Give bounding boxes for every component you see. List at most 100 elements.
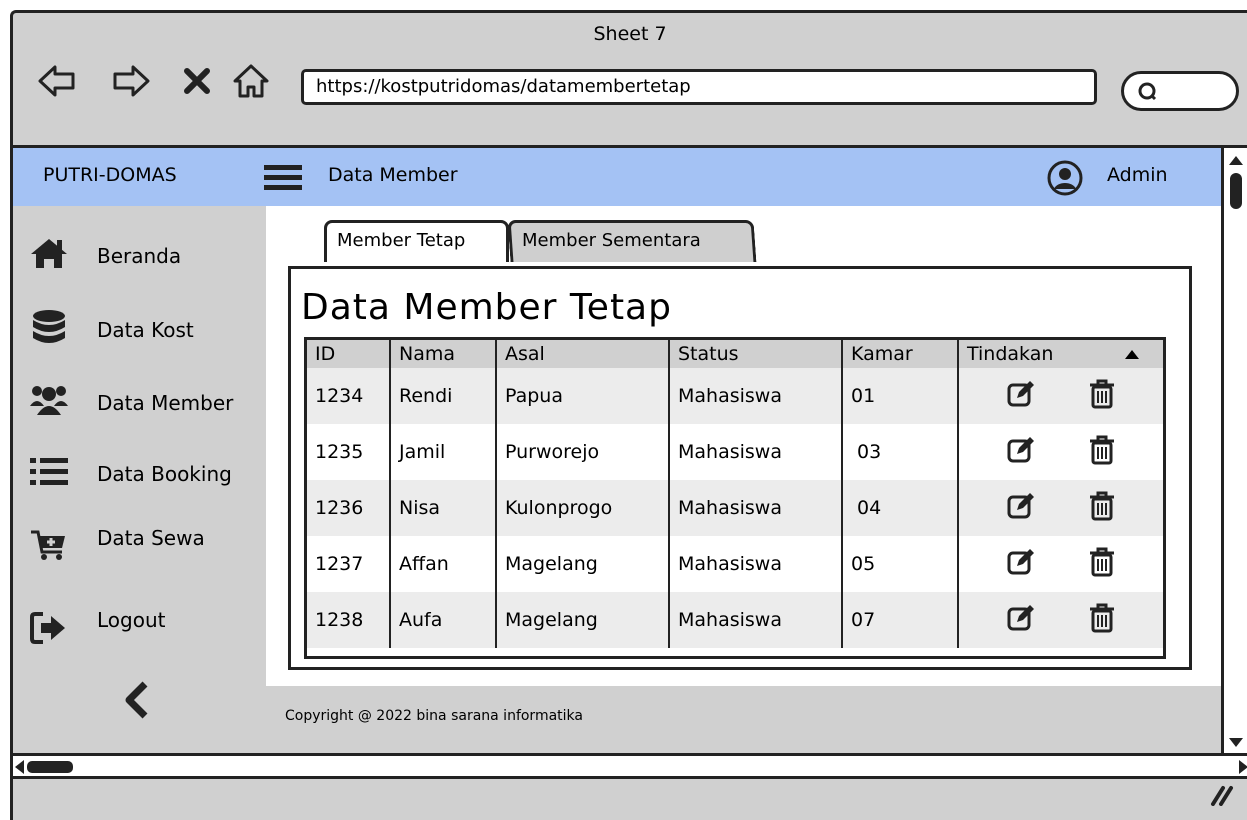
sidebar-item-data-booking[interactable]: Data Booking <box>29 452 259 492</box>
member-table: ID Nama Asal Status Kamar Tindakan 1234 R… <box>304 337 1166 659</box>
table-row[interactable]: 1236 Nisa Kulonprogo Mahasiswa 04 <box>307 480 1163 536</box>
edit-icon[interactable] <box>1006 435 1036 470</box>
table-cell: Kulonprogo <box>496 480 670 536</box>
delete-icon[interactable] <box>1088 435 1116 470</box>
close-icon[interactable] <box>181 65 213 97</box>
column-header-nama[interactable]: Nama <box>390 340 497 368</box>
sidebar-item-beranda[interactable]: Beranda <box>29 234 259 274</box>
scroll-right-icon[interactable] <box>1239 760 1247 774</box>
back-icon[interactable] <box>37 61 77 101</box>
user-name[interactable]: Admin <box>1107 164 1168 186</box>
column-header-tindakan[interactable]: Tindakan <box>958 340 1163 368</box>
cart-icon <box>31 530 65 560</box>
table-row[interactable]: 1234 Rendi Papua Mahasiswa 01 <box>307 368 1163 424</box>
tab-panel: Data Member Tetap ID Nama Asal Status Ka… <box>288 266 1192 670</box>
home-icon <box>31 239 67 268</box>
edit-icon[interactable] <box>1006 491 1036 526</box>
delete-icon[interactable] <box>1088 491 1116 526</box>
table-cell: Magelang <box>496 592 670 648</box>
table-cell: 04 <box>842 480 959 536</box>
delete-icon[interactable] <box>1088 379 1116 414</box>
vertical-scrollbar[interactable] <box>1221 148 1247 753</box>
user-avatar-icon[interactable] <box>1047 160 1083 196</box>
scroll-thumb[interactable] <box>1230 173 1242 209</box>
table-cell: Mahasiswa <box>669 480 843 536</box>
actions-cell <box>958 480 1163 536</box>
column-header-id[interactable]: ID <box>307 340 391 368</box>
table-cell: 1234 <box>307 368 391 424</box>
table-cell: Mahasiswa <box>669 368 843 424</box>
forward-icon[interactable] <box>111 61 151 101</box>
panel-title: Data Member Tetap <box>301 287 672 328</box>
edit-icon[interactable] <box>1006 379 1036 414</box>
table-cell: 1238 <box>307 592 391 648</box>
scroll-down-icon[interactable] <box>1229 738 1243 747</box>
browser-window: Sheet 7 https://kostputridomas/datamembe… <box>10 10 1247 820</box>
table-cell: 01 <box>842 368 959 424</box>
table-cell: 1235 <box>307 424 391 480</box>
delete-icon[interactable] <box>1088 547 1116 582</box>
app-header: PUTRI-DOMAS Data Member Admin <box>13 148 1221 206</box>
sidebar-item-data-sewa[interactable]: Data Sewa <box>29 524 259 564</box>
tab-member-sementara[interactable]: Member Sementara <box>507 220 757 262</box>
header-label: Tindakan <box>967 343 1054 365</box>
collapse-sidebar-icon[interactable] <box>121 680 151 720</box>
actions-cell <box>958 592 1163 648</box>
sidebar-item-label: Data Sewa <box>97 526 205 550</box>
database-icon <box>33 310 65 343</box>
delete-icon[interactable] <box>1088 603 1116 638</box>
sidebar-item-logout[interactable]: Logout <box>29 608 259 648</box>
sort-arrow-icon[interactable] <box>1125 350 1139 359</box>
users-icon <box>30 386 68 415</box>
horizontal-scrollbar[interactable] <box>13 753 1247 779</box>
table-cell: Affan <box>390 536 497 592</box>
table-cell: Mahasiswa <box>669 536 843 592</box>
table-cell: 05 <box>842 536 959 592</box>
table-cell: 03 <box>842 424 959 480</box>
sidebar-item-label: Beranda <box>97 244 182 268</box>
sidebar-item-label: Logout <box>97 608 166 632</box>
sidebar-item-label: Data Kost <box>97 318 194 342</box>
scroll-up-icon[interactable] <box>1229 156 1243 165</box>
list-icon <box>30 458 68 485</box>
table-row[interactable]: 1238 Aufa Magelang Mahasiswa 07 <box>307 592 1163 648</box>
sidebar-item-label: Data Booking <box>97 462 232 486</box>
scroll-thumb[interactable] <box>27 761 73 773</box>
edit-icon[interactable] <box>1006 547 1036 582</box>
home-nav-icon[interactable] <box>231 61 271 101</box>
search-field[interactable] <box>1121 71 1239 111</box>
sidebar-item-data-kost[interactable]: Data Kost <box>29 308 259 348</box>
table-cell: Magelang <box>496 536 670 592</box>
actions-cell <box>958 424 1163 480</box>
window-title: Sheet 7 <box>593 23 667 45</box>
column-header-asal[interactable]: Asal <box>496 340 670 368</box>
table-row[interactable]: 1237 Affan Magelang Mahasiswa 05 <box>307 536 1163 592</box>
hamburger-menu-icon[interactable] <box>264 163 302 193</box>
tab-member-tetap[interactable]: Member Tetap <box>324 220 509 262</box>
resize-handle-icon[interactable] <box>1209 784 1235 806</box>
table-row[interactable]: 1235 Jamil Purworejo Mahasiswa 03 <box>307 424 1163 480</box>
logout-icon <box>30 612 65 644</box>
column-header-status[interactable]: Status <box>669 340 843 368</box>
table-cell: Purworejo <box>496 424 670 480</box>
main-content: Member Tetap Member Sementara Data Membe… <box>266 206 1221 686</box>
brand-logo[interactable]: PUTRI-DOMAS <box>43 164 177 186</box>
table-cell: 1237 <box>307 536 391 592</box>
table-cell: Papua <box>496 368 670 424</box>
table-cell: Mahasiswa <box>669 592 843 648</box>
sidebar-item-label: Data Member <box>97 391 234 415</box>
table-cell: Mahasiswa <box>669 424 843 480</box>
url-bar[interactable]: https://kostputridomas/datamembertetap <box>301 69 1097 105</box>
sidebar-item-data-member[interactable]: Data Member <box>29 381 259 421</box>
sidebar: Beranda Data Kost Data Member Data Booki… <box>13 206 266 746</box>
scroll-left-icon[interactable] <box>15 760 24 774</box>
table-cell: 07 <box>842 592 959 648</box>
table-cell: Rendi <box>390 368 497 424</box>
actions-cell <box>958 536 1163 592</box>
table-cell: Nisa <box>390 480 497 536</box>
table-cell: Aufa <box>390 592 497 648</box>
column-header-kamar[interactable]: Kamar <box>842 340 959 368</box>
tab-label: Member Sementara <box>522 230 701 251</box>
actions-cell <box>958 368 1163 424</box>
edit-icon[interactable] <box>1006 603 1036 638</box>
